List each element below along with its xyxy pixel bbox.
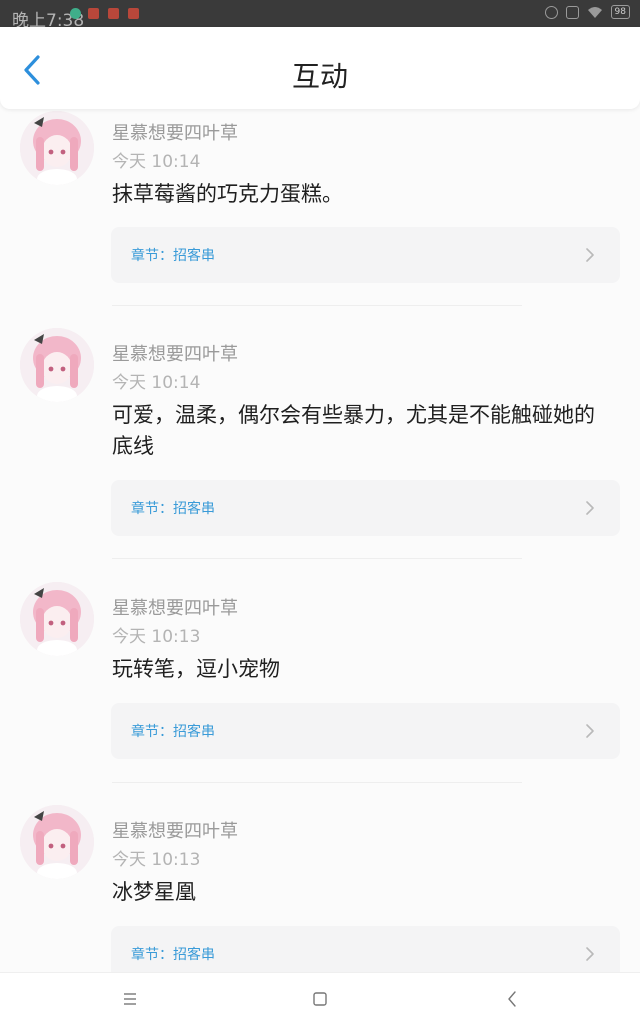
comment-item: 星慕想要四叶草 今天 10:13 冰梦星凰 章节：招客串 — [0, 805, 640, 982]
comment-time: 今天 10:14 — [112, 152, 201, 172]
avatar[interactable] — [20, 111, 94, 185]
avatar-image — [20, 805, 94, 879]
avatar-image — [20, 328, 94, 402]
comment-username: 星慕想要四叶草 — [112, 123, 238, 144]
chapter-label: 章节：招客串 — [131, 724, 215, 740]
page-title: 互动 — [291, 60, 348, 93]
chapter-link-card[interactable]: 章节：招客串 — [111, 227, 620, 283]
notification-icon — [70, 8, 81, 19]
comment-content: 玩转笔，逗小宠物 — [112, 657, 280, 681]
status-right-icons: 98 — [544, 5, 630, 19]
avatar[interactable] — [20, 805, 94, 879]
sim-icon — [565, 5, 579, 19]
alarm-icon — [544, 5, 558, 19]
chevron-right-icon — [586, 947, 594, 961]
divider — [112, 558, 522, 559]
comment-content: 抹草莓酱的巧克力蛋糕。 — [112, 182, 343, 206]
battery-indicator: 98 — [610, 5, 630, 19]
chevron-right-icon — [586, 248, 594, 262]
chapter-label: 章节：招客串 — [131, 248, 215, 264]
chapter-label: 章节：招客串 — [131, 947, 215, 963]
wifi-icon — [587, 6, 602, 18]
comment-time: 今天 10:13 — [112, 627, 201, 647]
chapter-link-card[interactable]: 章节：招客串 — [111, 480, 620, 536]
back-nav-icon[interactable] — [500, 987, 524, 1011]
comment-item: 星慕想要四叶草 今天 10:14 可爱，温柔，偶尔会有些暴力，尤其是不能触碰她的… — [0, 328, 640, 559]
comment-content: 冰梦星凰 — [112, 880, 196, 904]
comment-username: 星慕想要四叶草 — [112, 598, 238, 619]
notification-icon — [128, 8, 139, 19]
chevron-right-icon — [586, 724, 594, 738]
divider — [112, 782, 522, 783]
divider — [112, 305, 522, 306]
menu-icon[interactable] — [118, 987, 142, 1011]
comment-time: 今天 10:13 — [112, 850, 201, 870]
avatar[interactable] — [20, 582, 94, 656]
header: 互动 — [0, 27, 640, 109]
comment-item: 星慕想要四叶草 今天 10:14 抹草莓酱的巧克力蛋糕。 章节：招客串 — [0, 109, 640, 309]
chapter-link-card[interactable]: 章节：招客串 — [111, 703, 620, 759]
comment-time: 今天 10:14 — [112, 373, 201, 393]
avatar-image — [20, 111, 94, 185]
avatar-image — [20, 582, 94, 656]
comment-username: 星慕想要四叶草 — [112, 821, 238, 842]
comment-username: 星慕想要四叶草 — [112, 344, 238, 365]
system-nav-bar — [0, 972, 640, 1024]
chapter-label: 章节：招客串 — [131, 501, 215, 517]
chevron-right-icon — [586, 501, 594, 515]
avatar[interactable] — [20, 328, 94, 402]
notification-icon — [108, 8, 119, 19]
comment-content: 可爱，温柔，偶尔会有些暴力，尤其是不能触碰她的底线 — [112, 403, 595, 458]
screen: 晚上7:38 98 互动 星慕想要四叶草 今天 10:14 抹草莓酱的巧克力蛋糕… — [0, 0, 640, 1024]
notification-icon — [88, 8, 99, 19]
home-icon[interactable] — [308, 987, 332, 1011]
status-bar: 晚上7:38 98 — [0, 0, 640, 31]
comment-item: 星慕想要四叶草 今天 10:13 玩转笔，逗小宠物 章节：招客串 — [0, 582, 640, 783]
